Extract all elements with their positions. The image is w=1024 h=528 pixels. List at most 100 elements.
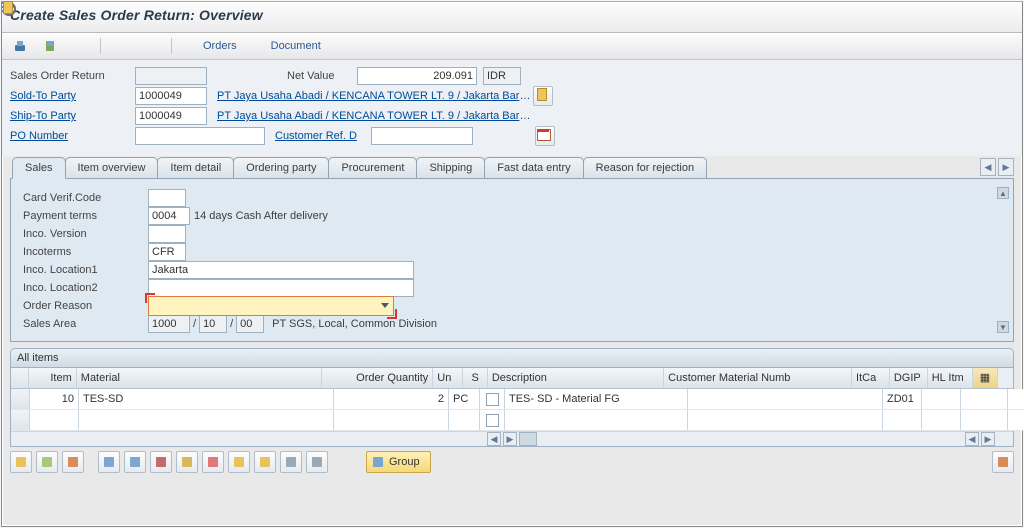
propose-button[interactable] [992, 451, 1014, 473]
find-button[interactable] [202, 451, 224, 473]
tab-item-detail[interactable]: Item detail [157, 157, 234, 178]
table-row[interactable] [11, 410, 1024, 431]
grid-scroll-right-end[interactable]: ▶ [981, 432, 995, 446]
grid-horizontal-scrollbar[interactable]: ◀ ▶ ◀ ▶ [11, 431, 1013, 446]
col-qty[interactable]: Order Quantity [322, 368, 433, 388]
schedule-button[interactable] [306, 451, 328, 473]
cell-s[interactable] [480, 410, 505, 430]
inco-loc2-field[interactable] [148, 279, 414, 297]
ship-to-label[interactable]: Ship-To Party [10, 110, 135, 122]
tab-item-overview[interactable]: Item overview [65, 157, 159, 178]
col-item[interactable]: Item [29, 368, 76, 388]
col-desc[interactable]: Description [488, 368, 664, 388]
ship-to-field[interactable] [135, 107, 207, 125]
row-handle[interactable] [11, 410, 30, 430]
grid-config-button[interactable]: ▦ [973, 368, 997, 388]
tab-ordering-party[interactable]: Ordering party [233, 157, 329, 178]
footer-toolbar: Group [10, 451, 1014, 473]
grid-scroll-right[interactable]: ▶ [503, 432, 517, 446]
cell-un[interactable] [449, 410, 480, 430]
cell-material[interactable]: TES-SD [79, 389, 334, 409]
po-number-label[interactable]: PO Number [10, 130, 135, 142]
document-button[interactable]: Document [248, 36, 326, 56]
cell-item[interactable]: 10 [30, 389, 79, 409]
row-handle[interactable] [11, 389, 30, 409]
sales-order-return-field[interactable] [135, 67, 207, 85]
sum-button[interactable] [176, 451, 198, 473]
sold-to-search-button[interactable] [533, 86, 553, 106]
col-itca[interactable]: ItCa [852, 368, 890, 388]
col-cmn[interactable]: Customer Material Numb [664, 368, 852, 388]
sort-desc-button[interactable] [124, 451, 146, 473]
cust-ref-field[interactable] [371, 127, 473, 145]
corner-select-all[interactable] [11, 368, 29, 388]
cell-s[interactable] [480, 389, 505, 409]
cell-un[interactable]: PC [449, 389, 480, 409]
scroll-down-button[interactable]: ▼ [997, 321, 1009, 333]
cust-ref-label[interactable]: Customer Ref. D [275, 130, 371, 142]
layout2-button[interactable] [254, 451, 276, 473]
tabstrip-scroll-right[interactable]: ▶ [998, 158, 1014, 176]
table-row[interactable]: 10 TES-SD 2 PC TES- SD - Material FG ZD0… [11, 389, 1024, 410]
checkbox-icon[interactable] [486, 393, 499, 406]
cell-cmn[interactable] [688, 410, 883, 430]
deselect-all-button[interactable] [62, 451, 84, 473]
group-button[interactable]: Group [366, 451, 431, 473]
grid-scroll-left[interactable]: ◀ [487, 432, 501, 446]
tab-fast-entry[interactable]: Fast data entry [484, 157, 583, 178]
detail-button[interactable] [10, 451, 32, 473]
paint-button[interactable] [139, 36, 163, 56]
cell-itca[interactable] [883, 410, 922, 430]
select-all-button[interactable] [36, 451, 58, 473]
sort-asc-button[interactable] [98, 451, 120, 473]
col-s[interactable]: S [463, 368, 487, 388]
tab-reason-reject[interactable]: Reason for rejection [583, 157, 707, 178]
tab-procurement[interactable]: Procurement [328, 157, 417, 178]
order-reason-select[interactable] [148, 296, 394, 316]
conditions-button[interactable] [280, 451, 302, 473]
items-section-title: All items [10, 348, 1014, 367]
orders-button[interactable]: Orders [180, 36, 242, 56]
grid-scroll-left-end[interactable]: ◀ [965, 432, 979, 446]
scroll-up-button[interactable]: ▲ [997, 187, 1009, 199]
cell-material[interactable] [79, 410, 334, 430]
cell-desc[interactable] [505, 410, 688, 430]
sold-to-label[interactable]: Sold-To Party [10, 90, 135, 102]
cell-dgip[interactable] [922, 410, 961, 430]
header-detail-button[interactable] [109, 36, 133, 56]
tab-sales[interactable]: Sales [12, 157, 66, 179]
cell-qty[interactable]: 2 [334, 389, 449, 409]
card-verif-field[interactable] [148, 189, 186, 207]
inco-loc1-field[interactable] [148, 261, 414, 279]
cust-ref-date-button[interactable] [535, 126, 555, 146]
col-material[interactable]: Material [77, 368, 323, 388]
checkbox-icon[interactable] [486, 414, 499, 427]
inco-version-field[interactable] [148, 225, 186, 243]
cell-qty[interactable] [334, 410, 449, 430]
col-un[interactable]: Un [433, 368, 463, 388]
cell-hl[interactable] [961, 410, 1008, 430]
layout1-button[interactable] [228, 451, 250, 473]
cell-desc[interactable]: TES- SD - Material FG [505, 389, 688, 409]
filter-button[interactable] [150, 451, 172, 473]
po-number-field[interactable] [135, 127, 265, 145]
cell-itca[interactable]: ZD01 [883, 389, 922, 409]
sold-to-link[interactable]: PT Jaya Usaha Abadi / KENCANA TOWER LT. … [217, 90, 533, 102]
tab-shipping[interactable]: Shipping [416, 157, 485, 178]
cell-item[interactable] [30, 410, 79, 430]
cell-hl[interactable] [961, 389, 1008, 409]
tabstrip-scroll-left[interactable]: ◀ [980, 158, 996, 176]
col-dgip[interactable]: DGIP [890, 368, 928, 388]
grid-scroll-thumb[interactable] [519, 432, 537, 446]
ship-to-link[interactable]: PT Jaya Usaha Abadi / KENCANA TOWER LT. … [217, 110, 533, 122]
cell-dgip[interactable] [922, 389, 961, 409]
panel-scrollbar[interactable]: ▲ ▼ [997, 187, 1009, 333]
output-button[interactable] [38, 36, 62, 56]
payment-terms-code-field[interactable] [148, 207, 190, 225]
cell-cmn[interactable] [688, 389, 883, 409]
sold-to-field[interactable] [135, 87, 207, 105]
print-preview-button[interactable] [8, 36, 32, 56]
partner-button[interactable] [68, 36, 92, 56]
incoterms-field[interactable] [148, 243, 186, 261]
col-hl[interactable]: HL Itm [928, 368, 974, 388]
